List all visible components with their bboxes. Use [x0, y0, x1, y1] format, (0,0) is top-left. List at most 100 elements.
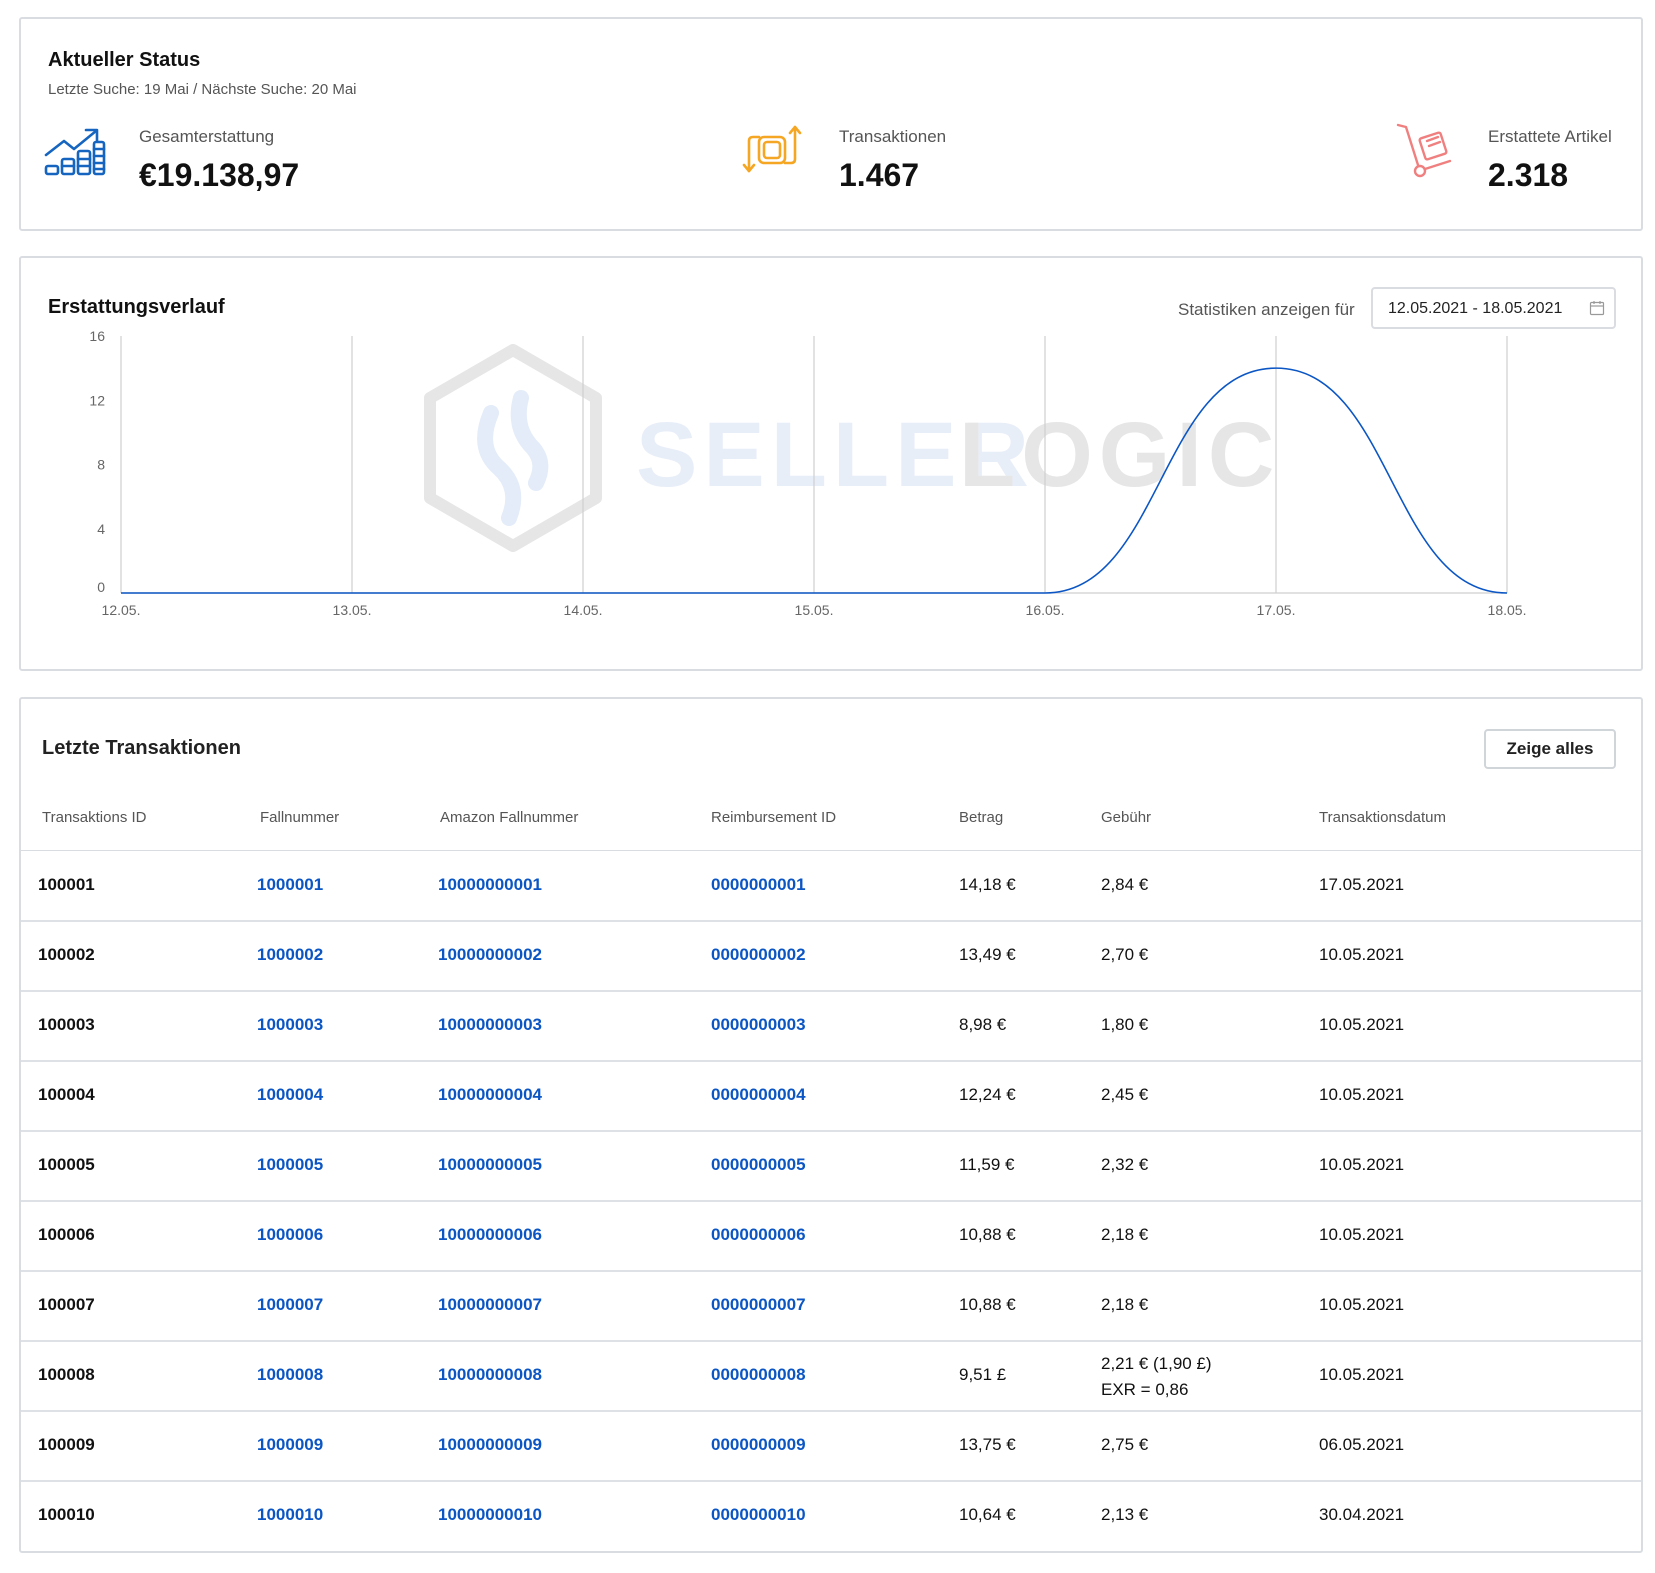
table-row: 100007 1000007 10000000007 0000000007 10,88 …: [21, 1272, 1641, 1342]
transaction-id: 100006: [38, 1225, 95, 1244]
status-subtitle: Letzte Suche: 19 Mai / Nächste Suche: 20…: [48, 81, 357, 98]
amazon-case-number-link[interactable]: 10000000006: [438, 1225, 542, 1245]
kpi-label: Transaktionen: [839, 127, 947, 146]
reimbursement-id-link[interactable]: 0000000006: [711, 1225, 806, 1245]
table-row: 100010 1000010 10000000010 0000000010 10,64 …: [21, 1482, 1641, 1552]
table-row: 100001 1000001 10000000001 0000000001 14,18 …: [21, 852, 1641, 922]
show-all-button[interactable]: Zeige alles: [1484, 729, 1616, 769]
x-axis-ticks: 12.05. 13.05. 14.05. 15.05. 16.05. 17.05. 18.0…: [102, 602, 1527, 618]
amount: 9,51 £: [959, 1365, 1007, 1384]
x-tick-label: 18.05.: [1488, 602, 1527, 618]
y-tick-label: 12: [89, 392, 105, 408]
amount: 10,64 €: [959, 1505, 1016, 1524]
kpi-value: 2.318: [1488, 157, 1569, 193]
transaction-id: 100003: [38, 1015, 95, 1034]
amount: 13,49 €: [959, 945, 1016, 964]
x-tick-label: 17.05.: [1257, 602, 1296, 618]
transaction-date: 10.05.2021: [1319, 1295, 1405, 1314]
kpi-transactions: Transaktionen 1.467: [741, 119, 1101, 199]
y-tick-label: 4: [97, 521, 105, 537]
fee: 2,18 €: [1101, 1225, 1149, 1244]
amount: 12,24 €: [959, 1085, 1016, 1104]
y-tick-label: 16: [89, 328, 105, 344]
transaction-id: 100009: [38, 1435, 95, 1454]
fee: 2,45 €: [1101, 1085, 1149, 1104]
reimbursement-id-link[interactable]: 0000000007: [711, 1295, 806, 1315]
amount: 10,88 €: [959, 1225, 1016, 1244]
amazon-case-number-link[interactable]: 10000000007: [438, 1295, 542, 1315]
fee: 2,70 €: [1101, 945, 1149, 964]
case-number-link[interactable]: 1000005: [257, 1155, 323, 1175]
column-header-transaction-date: Transaktionsdatum: [1319, 809, 1447, 826]
transaction-id: 100010: [38, 1505, 95, 1524]
reimbursement-id-link[interactable]: 0000000008: [711, 1365, 806, 1385]
y-tick-label: 0: [97, 579, 105, 595]
amazon-case-number-link[interactable]: 10000000002: [438, 945, 542, 965]
reimbursement-id-link[interactable]: 0000000002: [711, 945, 806, 965]
x-tick-label: 15.05.: [795, 602, 834, 618]
amazon-case-number-link[interactable]: 10000000008: [438, 1365, 542, 1385]
x-tick-label: 14.05.: [564, 602, 603, 618]
case-number-link[interactable]: 1000001: [257, 875, 323, 895]
fee: 2,18 €: [1101, 1295, 1149, 1314]
kpi-refunded-items: Erstattete Artikel 2.318: [1394, 119, 1644, 199]
case-number-link[interactable]: 1000002: [257, 945, 323, 965]
transaction-id: 100007: [38, 1295, 95, 1314]
reimbursement-id-link[interactable]: 0000000004: [711, 1085, 806, 1105]
amazon-case-number-link[interactable]: 10000000005: [438, 1155, 542, 1175]
chart-grid: [120, 336, 1508, 594]
case-number-link[interactable]: 1000008: [257, 1365, 323, 1385]
amazon-case-number-link[interactable]: 10000000004: [438, 1085, 542, 1105]
amount: 13,75 €: [959, 1435, 1016, 1454]
column-header-transaction-id: Transaktions ID: [42, 809, 147, 826]
transaction-id: 100008: [38, 1365, 95, 1384]
table-row: 100005 1000005 10000000005 0000000005 11,59 …: [21, 1132, 1641, 1202]
transaction-id: 100004: [38, 1085, 95, 1104]
status-title: Aktueller Status: [48, 49, 201, 71]
case-number-link[interactable]: 1000010: [257, 1505, 323, 1525]
reimbursement-id-link[interactable]: 0000000003: [711, 1015, 806, 1035]
amazon-case-number-link[interactable]: 10000000009: [438, 1435, 542, 1455]
transaction-date: 17.05.2021: [1319, 875, 1405, 894]
transactions-title: Letzte Transaktionen: [42, 737, 241, 759]
watermark-text-logic: LOGIC: [959, 404, 1280, 506]
transaction-date: 10.05.2021: [1319, 1085, 1405, 1104]
amazon-case-number-link[interactable]: 10000000003: [438, 1015, 542, 1035]
table-row: 100003 1000003 10000000003 0000000003 8,98 €…: [21, 992, 1641, 1062]
transaction-date: 10.05.2021: [1319, 1365, 1405, 1384]
fee: 2,75 €: [1101, 1435, 1149, 1454]
amazon-case-number-link[interactable]: 10000000010: [438, 1505, 542, 1525]
transaction-id: 100002: [38, 945, 95, 964]
fee: 2,32 €: [1101, 1155, 1149, 1174]
sellerlogic-watermark: SELLER LOGIC: [424, 344, 1280, 552]
reimbursement-id-link[interactable]: 0000000010: [711, 1505, 806, 1525]
column-header-amazon-case-number: Amazon Fallnummer: [440, 809, 579, 826]
case-number-link[interactable]: 1000004: [257, 1085, 323, 1105]
amount: 11,59 €: [959, 1155, 1015, 1174]
kpi-value: €19.138,97: [139, 157, 300, 193]
transaction-date: 30.04.2021: [1319, 1505, 1405, 1524]
y-tick-label: 8: [97, 457, 105, 473]
column-header-amount: Betrag: [959, 809, 1004, 826]
y-axis-ticks: 0 4 8 12 16: [89, 328, 105, 595]
case-number-link[interactable]: 1000006: [257, 1225, 323, 1245]
amount: 8,98 €: [959, 1015, 1007, 1034]
case-number-link[interactable]: 1000007: [257, 1295, 323, 1315]
amazon-case-number-link[interactable]: 10000000001: [438, 875, 542, 895]
kpi-label: Erstattete Artikel: [1488, 127, 1612, 146]
reimbursement-id-link[interactable]: 0000000001: [711, 875, 806, 895]
reimbursement-id-link[interactable]: 0000000009: [711, 1435, 806, 1455]
case-number-link[interactable]: 1000009: [257, 1435, 323, 1455]
table-row: 100002 1000002 10000000002 0000000002 13,49 …: [21, 922, 1641, 992]
transaction-date: 10.05.2021: [1319, 1225, 1405, 1244]
amount: 14,18 €: [959, 875, 1016, 894]
amount: 10,88 €: [959, 1295, 1016, 1314]
fee: 2,13 €: [1101, 1505, 1149, 1524]
x-tick-label: 12.05.: [102, 602, 141, 618]
table-row: 100004 1000004 10000000004 0000000004 12,24 …: [21, 1062, 1641, 1132]
table-row: 100006 1000006 10000000006 0000000006 10,88 …: [21, 1202, 1641, 1272]
fee: 2,84 €: [1101, 875, 1149, 894]
reimbursement-id-link[interactable]: 0000000005: [711, 1155, 806, 1175]
case-number-link[interactable]: 1000003: [257, 1015, 323, 1035]
hand-truck-icon: [1396, 123, 1452, 178]
